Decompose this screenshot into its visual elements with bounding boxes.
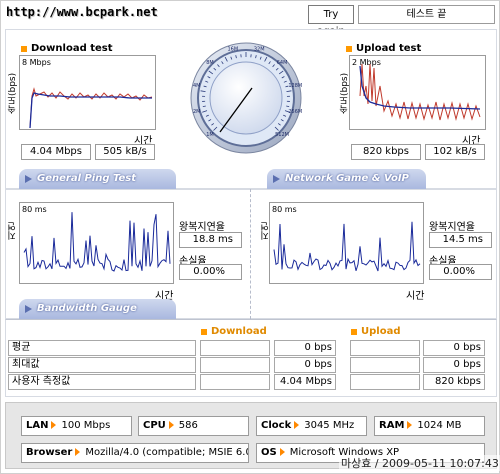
upload-kbs-value: 102 kB/s: [425, 144, 485, 160]
row-user-upload: 820 kbps: [423, 374, 485, 390]
spec-clock: Clock 3045 MHz: [256, 416, 367, 436]
arrow-right-icon: [294, 421, 300, 429]
speed-gauge: 1M 2M 4M 8M 16M 32M 64M 128M 256M 512M: [190, 34, 302, 164]
gauge-label: 16M: [227, 47, 238, 53]
gauge-label: 4M: [193, 83, 201, 89]
try-again-button[interactable]: Try again: [308, 5, 354, 37]
upload-title: Upload test: [346, 43, 421, 54]
arrow-right-icon: [407, 421, 413, 429]
row-user-download: 4.04 Mbps: [274, 374, 336, 390]
game-axis-x: 시간: [406, 291, 425, 302]
ping-graph: 80 ms: [19, 202, 174, 284]
download-kbs-value: 505 kB/s: [95, 144, 155, 160]
panel-divider: [250, 189, 251, 319]
upload-kbps-value: 820 kbps: [351, 144, 421, 160]
game-loss-value: 0.00%: [429, 264, 492, 280]
spec-browser: Browser Mozilla/4.0 (compatible; MSIE 6.0: [21, 443, 249, 463]
game-latency-label: 왕복지연율: [429, 222, 475, 233]
speed-test-window: http://www.bcpark.net Try again 테스트 끝 Do…: [0, 0, 500, 474]
spec-os-label: OS: [261, 447, 277, 458]
test-status: 테스트 끝: [358, 5, 495, 24]
tab-general-ping-test[interactable]: General Ping Test: [19, 169, 176, 189]
orange-square-icon: [201, 328, 207, 335]
row-average-dl-bar: [200, 340, 270, 356]
row-average-download: 0 bps: [274, 340, 336, 356]
arrow-right-icon: [168, 421, 174, 429]
site-url[interactable]: http://www.bcpark.net: [6, 5, 158, 19]
orange-square-icon: [351, 328, 357, 335]
ping-latency-value: 18.8 ms: [179, 232, 242, 248]
row-label-max: 최대값: [8, 357, 196, 373]
download-chart: [29, 87, 153, 129]
row-user-dl-bar: [200, 374, 270, 390]
spec-cpu-label: CPU: [143, 420, 166, 431]
game-chart: [273, 221, 421, 272]
row-average-ul-bar: [350, 340, 420, 356]
ping-latency-label: 왕복지연율: [179, 222, 225, 233]
download-mbps-value: 4.04 Mbps: [21, 144, 91, 160]
row-label-average: 평균: [8, 340, 196, 356]
row-max-upload: 0 bps: [423, 357, 485, 373]
spec-ram-label: RAM: [379, 420, 405, 431]
tab-bandwidth-gauge[interactable]: Bandwidth Gauge: [19, 299, 176, 319]
gauge-label: 64M: [277, 60, 288, 66]
orange-square-icon: [21, 45, 27, 52]
upload-chart: [359, 63, 481, 121]
game-graph: 80 ms: [269, 202, 424, 284]
ping-chart: [23, 212, 171, 272]
gauge-label: 512M: [275, 132, 289, 138]
spec-cpu: CPU 586: [138, 416, 249, 436]
arrow-right-icon: [51, 421, 57, 429]
bandwidth-col-download: Download: [201, 326, 267, 337]
ping-loss-value: 0.00%: [179, 264, 242, 280]
gauge-dial: 1M 2M 4M 8M 16M 32M 64M 128M 256M 512M: [190, 42, 302, 154]
bandwidth-col-upload: Upload: [351, 326, 400, 337]
download-title: Download test: [21, 43, 113, 54]
gauge-label: 256M: [288, 109, 302, 115]
game-latency-value: 14.5 ms: [429, 232, 492, 248]
spec-lan-label: LAN: [26, 420, 49, 431]
row-max-dl-bar: [200, 357, 270, 373]
spec-ram: RAM 1024 MB: [374, 416, 485, 436]
row-user-ul-bar: [350, 374, 420, 390]
gauge-label: 8M: [206, 60, 214, 66]
row-max-ul-bar: [350, 357, 420, 373]
spec-lan: LAN 100 Mbps: [21, 416, 132, 436]
gauge-label: 2M: [193, 109, 201, 115]
upload-graph: 2 Mbps: [349, 55, 486, 130]
row-label-user: 사용자 측정값: [8, 374, 196, 390]
arrow-right-icon: [279, 448, 285, 456]
download-graph: 8 Mbps: [19, 55, 156, 130]
row-max-download: 0 bps: [274, 357, 336, 373]
arrow-right-icon: [75, 448, 81, 456]
row-average-upload: 0 bps: [423, 340, 485, 356]
signature-timestamp: 마상효 / 2009-05-11 10:07:43: [339, 455, 500, 471]
orange-square-icon: [346, 45, 352, 52]
tab-network-game-voip-test[interactable]: Network Game & VoIP Test: [267, 169, 426, 204]
spec-browser-label: Browser: [26, 447, 73, 458]
gauge-label: 1M: [206, 132, 214, 138]
spec-clock-label: Clock: [261, 420, 292, 431]
gauge-label: 32M: [254, 47, 265, 53]
gauge-label: 128M: [288, 83, 302, 89]
download-axis-y: 속도(bps): [8, 72, 18, 114]
